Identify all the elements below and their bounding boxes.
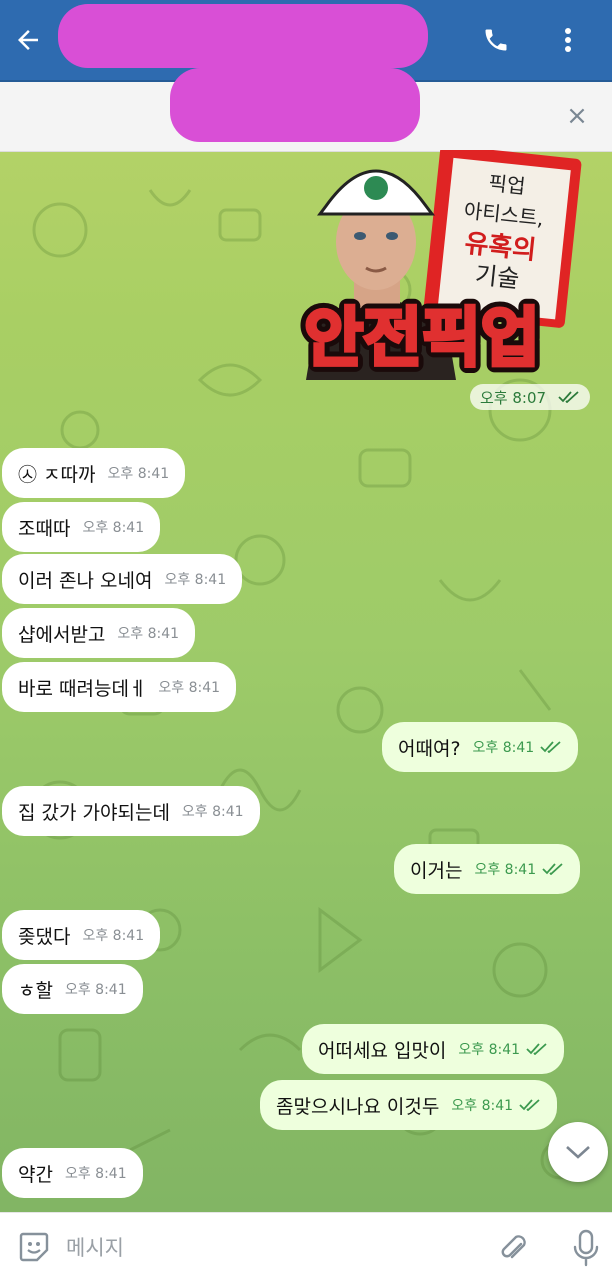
incoming-message[interactable]: 좆댔다 오후 8:41 [2,910,161,960]
incoming-message[interactable]: 이러 존나 오네여 오후 8:41 [2,554,243,604]
message-time: 오후 8:41 [458,1042,521,1058]
message-input[interactable] [66,1231,466,1265]
message-text: 좀맞으시나요 이것두 [276,1095,440,1118]
sticker-banner: 안전픽업 [304,302,540,376]
message-text: ㉦ ㅈ따까 [18,463,96,486]
pinned-bar[interactable]: × [0,68,612,152]
incoming-message[interactable]: 바로 때려능데ㅔ 오후 8:41 [2,662,237,712]
message-time: 오후 8:41 [474,862,537,878]
sticker-timestamp: 오후 8:07 [470,384,591,410]
message-time: 오후 8:41 [64,982,127,998]
message-time: 오후 8:41 [82,928,145,944]
double-check-icon [558,391,579,403]
book-title-line-4: 기술 [474,261,521,293]
outgoing-message[interactable]: 어때여? 오후 8:41 [382,722,579,772]
message-text: 이러 존나 오네여 [18,569,153,592]
outgoing-message[interactable]: 어떠세요 입맛이 오후 8:41 [302,1024,565,1074]
book-title-line-1: 픽업 [487,171,526,199]
chevron-down-icon [566,1146,590,1159]
redacted-contact-name [58,4,428,68]
voice-message-button[interactable] [566,1227,606,1269]
message-time: 오후 8:41 [181,804,244,820]
outgoing-message[interactable]: 좀맞으시나요 이것두 오후 8:41 [260,1080,558,1130]
dots-vertical-icon [565,28,571,52]
double-check-icon [519,1099,540,1111]
phone-icon [485,29,507,51]
message-text: ㅎ할 [18,979,53,1002]
back-button[interactable] [8,20,48,60]
message-text: 어때여? [398,737,461,760]
sticker-message[interactable]: 픽업 아티스트, 유혹의 기술 안전픽업 안전픽업 [276,145,586,395]
message-time: 오후 8:41 [472,740,535,756]
message-time: 오후 8:41 [107,466,170,482]
incoming-message[interactable]: 조때따 오후 8:41 [2,502,161,552]
outgoing-message[interactable]: 이거는 오후 8:41 [394,844,581,894]
incoming-message[interactable]: ㉦ ㅈ따까 오후 8:41 [2,448,186,498]
message-text: 조때따 [18,517,71,540]
redacted-pinned-text [170,68,420,142]
message-text: 좆댔다 [18,925,71,948]
sticker-time-text: 오후 8:07 [480,388,547,407]
message-time: 오후 8:41 [64,1166,127,1182]
double-check-icon [526,1043,547,1055]
attach-button[interactable] [494,1229,534,1269]
message-text: 샵에서받고 [18,623,106,646]
incoming-message[interactable]: 샵에서받고 오후 8:41 [2,608,196,658]
microphone-icon [573,1229,599,1267]
call-button[interactable] [476,20,516,60]
incoming-message[interactable]: 집 갔가 가야되는데 오후 8:41 [2,786,260,836]
message-text: 이거는 [410,859,463,882]
message-time: 오후 8:41 [451,1098,514,1114]
sticker-button[interactable] [14,1227,54,1267]
incoming-message[interactable]: ㅎ할 오후 8:41 [2,964,143,1014]
message-text: 집 갔가 가야되는데 [18,801,170,824]
incoming-message[interactable]: 약간 오후 8:41 [2,1148,143,1198]
scroll-to-bottom-button[interactable] [548,1122,608,1182]
double-check-icon [540,741,561,753]
chat-screen: × 픽업 아티스트, 유혹의 기술 안전픽업 안전픽업 오후 8:07 ㉦ ㅈ따… [0,0,612,1282]
message-text: 어떠세요 입맛이 [318,1039,447,1062]
close-pinned-button[interactable]: × [560,99,594,133]
message-time: 오후 8:41 [117,626,180,642]
message-time: 오후 8:41 [164,572,227,588]
message-composer [0,1212,612,1282]
arrow-left-icon [18,30,38,50]
message-text: 약간 [18,1163,53,1186]
sticker-image: 픽업 아티스트, 유혹의 기술 안전픽업 안전픽업 [297,145,582,383]
message-time: 오후 8:41 [158,680,221,696]
message-text: 바로 때려능데ㅔ [18,677,147,700]
double-check-icon [542,863,563,875]
more-options-button[interactable] [552,20,584,60]
message-time: 오후 8:41 [82,520,145,536]
sticker-smile-icon [19,1232,49,1262]
paperclip-icon [501,1235,526,1259]
close-icon: × [566,101,588,131]
